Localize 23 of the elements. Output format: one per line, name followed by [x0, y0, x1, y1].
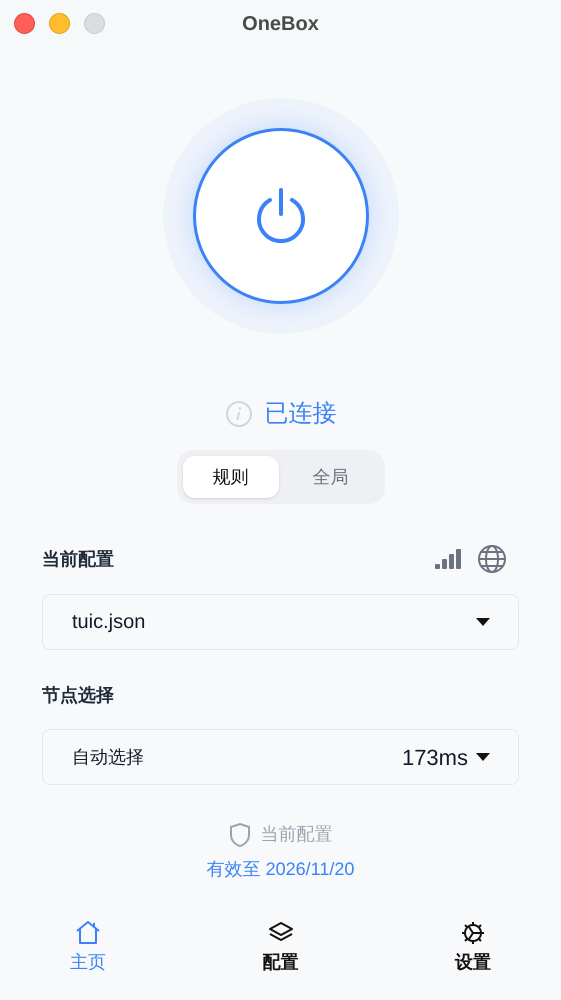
- connection-status: 已连接: [264, 399, 336, 429]
- nav-tab[interactable]: 设置: [455, 919, 491, 976]
- mode-tab[interactable]: 规则: [182, 456, 278, 498]
- info-icon: [224, 400, 252, 428]
- section-label: 当前配置: [42, 548, 114, 570]
- latency-text: 173ms: [402, 744, 468, 772]
- home-icon: [74, 919, 102, 947]
- expiry-text: 有效至 2026/11/20: [206, 858, 354, 881]
- shield-icon: [228, 822, 250, 848]
- close-window-button[interactable]: [14, 13, 35, 34]
- minimize-window-button[interactable]: [49, 13, 70, 34]
- globe-icon[interactable]: [477, 544, 507, 574]
- window-title: OneBox: [242, 12, 319, 37]
- signal-icon: [435, 548, 463, 570]
- mode-tab[interactable]: 全局: [282, 456, 378, 498]
- caret-icon: [476, 618, 490, 626]
- config-dropdown[interactable]: tuic.json: [42, 594, 519, 650]
- section-label: 节点选择: [42, 685, 114, 705]
- node-dropdown[interactable]: 自动选择 173ms: [42, 729, 519, 785]
- settings-icon: [459, 919, 487, 947]
- subscription-label: 当前配置: [260, 823, 332, 846]
- nav-tab[interactable]: 配置: [262, 919, 298, 976]
- caret-icon: [476, 753, 490, 761]
